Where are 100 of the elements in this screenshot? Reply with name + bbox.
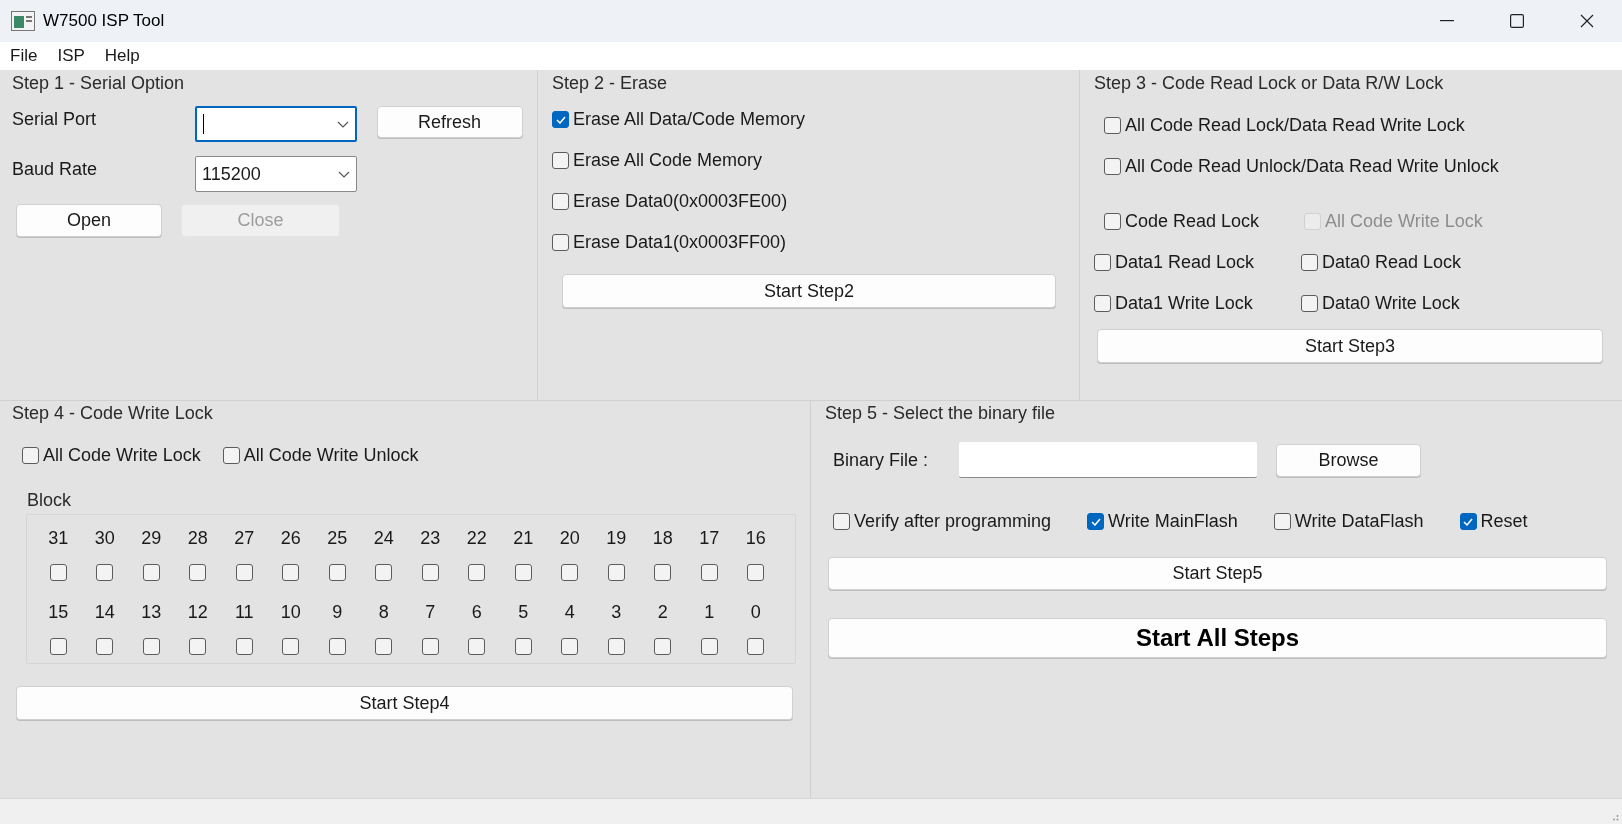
- block-number: 23: [420, 527, 441, 550]
- checkbox[interactable]: [468, 564, 486, 581]
- push-button[interactable]: Start Step4: [16, 686, 793, 720]
- checkbox[interactable]: [561, 638, 579, 655]
- maximize-icon: [1510, 14, 1524, 28]
- block-number: 10: [280, 601, 301, 624]
- checkbox[interactable]: [1087, 513, 1105, 530]
- push-button[interactable]: Open: [16, 204, 162, 237]
- menu-item[interactable]: File: [10, 43, 38, 69]
- checkbox[interactable]: [142, 564, 160, 581]
- block-number: 19: [606, 527, 627, 550]
- group-title: Step 1 - Serial Option: [12, 72, 186, 94]
- checkbox[interactable]: [514, 638, 532, 655]
- block-number: 18: [652, 527, 673, 550]
- check-icon: [555, 115, 566, 124]
- checkbox[interactable]: [421, 638, 439, 655]
- checkbox[interactable]: [700, 564, 718, 581]
- menu-item[interactable]: ISP: [57, 43, 85, 69]
- checkbox[interactable]: [1094, 254, 1111, 271]
- check-icon: [1090, 517, 1101, 526]
- push-button[interactable]: Start Step2: [562, 274, 1056, 308]
- checkbox-label: Write MainFlash: [1108, 510, 1238, 533]
- push-button[interactable]: Start All Steps: [828, 618, 1607, 658]
- block-number: 4: [564, 601, 575, 624]
- block-number: 27: [234, 527, 255, 550]
- push-button[interactable]: Start Step5: [828, 557, 1607, 590]
- block-number: 14: [94, 601, 115, 624]
- group-title: Step 4 - Code Write Lock: [12, 402, 214, 424]
- checkbox[interactable]: [468, 638, 486, 655]
- combo-box[interactable]: 115200: [195, 156, 357, 192]
- checkbox-label: Verify after programming: [854, 510, 1052, 533]
- checkbox[interactable]: [1273, 513, 1291, 530]
- checkbox[interactable]: [375, 638, 393, 655]
- checkbox[interactable]: [282, 564, 300, 581]
- chevron-down-icon: [337, 120, 349, 128]
- checkbox-label: All Code Write Lock: [1325, 210, 1483, 233]
- menu-item[interactable]: Help: [104, 43, 140, 69]
- checkbox[interactable]: [552, 152, 569, 169]
- checkbox[interactable]: [552, 234, 569, 251]
- checkbox-label: All Code Read Unlock/Data Read Write Unlock: [1125, 155, 1499, 178]
- window-title: W7500 ISP Tool: [43, 10, 165, 33]
- checkbox-label: Data1 Write Lock: [1115, 292, 1253, 315]
- checkbox[interactable]: [189, 638, 207, 655]
- combo-box[interactable]: [195, 106, 357, 142]
- checkbox[interactable]: [1104, 158, 1121, 175]
- input-field[interactable]: [959, 442, 1257, 478]
- block-number: 31: [48, 527, 69, 550]
- checkbox[interactable]: [235, 638, 253, 655]
- checkbox[interactable]: [96, 638, 114, 655]
- block-number: 28: [187, 527, 208, 550]
- checkbox[interactable]: [328, 638, 346, 655]
- checkbox[interactable]: [607, 564, 625, 581]
- checkbox[interactable]: [1459, 513, 1477, 530]
- checkbox[interactable]: [552, 193, 569, 210]
- push-button[interactable]: Browse: [1276, 443, 1421, 477]
- checkbox[interactable]: [1301, 295, 1318, 312]
- push-button[interactable]: Start Step3: [1097, 329, 1603, 363]
- minimize-icon: [1440, 20, 1454, 22]
- checkbox[interactable]: [514, 564, 532, 581]
- group-title: Step 5 - Select the binary file: [825, 402, 1057, 424]
- block-number: 21: [513, 527, 534, 550]
- checkbox[interactable]: [235, 564, 253, 581]
- checkbox[interactable]: [1301, 254, 1318, 271]
- checkbox[interactable]: [49, 638, 67, 655]
- checkbox[interactable]: [189, 564, 207, 581]
- checkbox[interactable]: [561, 564, 579, 581]
- block-number: 25: [327, 527, 348, 550]
- block-number: 1: [704, 601, 715, 624]
- block-number: 22: [466, 527, 487, 550]
- checkbox[interactable]: [654, 638, 672, 655]
- push-button[interactable]: Refresh: [376, 106, 523, 138]
- checkbox[interactable]: [654, 564, 672, 581]
- checkbox[interactable]: [833, 513, 850, 530]
- checkbox[interactable]: [607, 638, 625, 655]
- block-number: 7: [425, 601, 436, 624]
- checkbox[interactable]: [747, 564, 765, 581]
- checkbox-label: All Code Write Lock: [43, 444, 201, 467]
- checkbox[interactable]: [1094, 295, 1111, 312]
- checkbox[interactable]: [747, 638, 765, 655]
- checkbox[interactable]: [421, 564, 439, 581]
- checkbox[interactable]: [328, 564, 346, 581]
- checkbox[interactable]: [282, 638, 300, 655]
- checkbox[interactable]: [375, 564, 393, 581]
- checkbox[interactable]: [96, 564, 114, 581]
- checkbox-label: Data0 Write Lock: [1322, 292, 1460, 315]
- block-number: 20: [559, 527, 580, 550]
- checkbox[interactable]: [700, 638, 718, 655]
- checkbox[interactable]: [1104, 213, 1121, 230]
- checkbox-label: Erase All Code Memory: [573, 149, 763, 172]
- checkbox[interactable]: [142, 638, 160, 655]
- checkbox-label: Code Read Lock: [1125, 210, 1260, 233]
- checkbox[interactable]: [1104, 117, 1121, 134]
- group-title: Step 3 - Code Read Lock or Data R/W Lock: [1094, 72, 1445, 94]
- checkbox[interactable]: [552, 111, 569, 128]
- field-label: Serial Port: [12, 108, 98, 131]
- checkbox[interactable]: [222, 447, 240, 464]
- text-cursor: [203, 114, 204, 134]
- checkbox[interactable]: [49, 564, 67, 581]
- checkbox-label: All Code Read Lock/Data Read Write Lock: [1125, 114, 1465, 137]
- checkbox[interactable]: [22, 447, 39, 464]
